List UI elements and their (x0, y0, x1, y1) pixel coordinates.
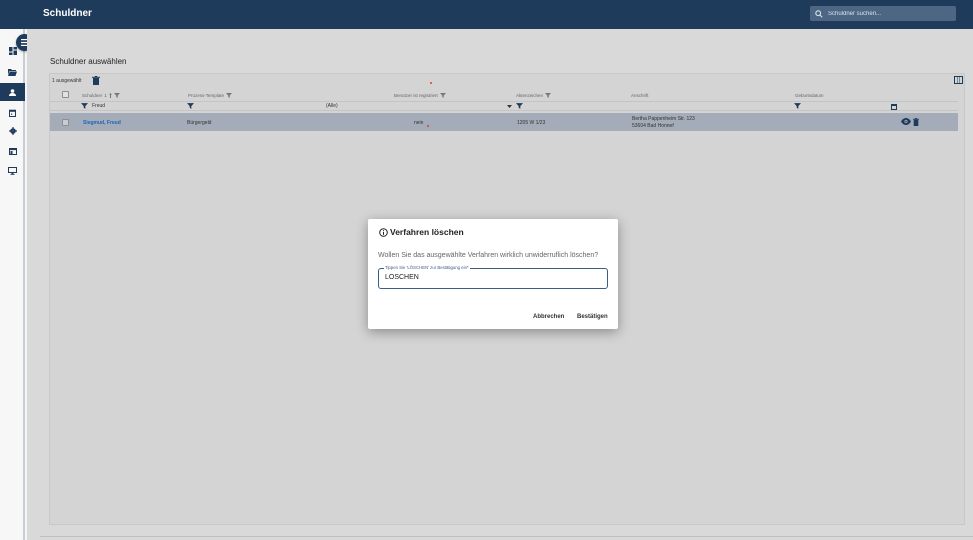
confirm-text-field[interactable]: Tippen Sie 'LÖSCHEN' zur Bestätigung ein… (378, 265, 608, 289)
confirm-text-input[interactable] (385, 274, 585, 281)
dialog-title: Verfahren löschen (379, 227, 464, 237)
confirm-field-label: Tippen Sie 'LÖSCHEN' zur Bestätigung ein… (384, 265, 470, 270)
cancel-button[interactable]: Abbrechen (533, 314, 564, 320)
confirm-button[interactable]: Bestätigen (577, 314, 608, 320)
delete-confirm-dialog: Verfahren löschen Wollen Sie das ausgewä… (368, 219, 618, 329)
dialog-message: Wollen Sie das ausgewählte Verfahren wir… (378, 252, 599, 259)
info-icon (379, 227, 388, 237)
dialog-title-text: Verfahren löschen (390, 227, 464, 237)
